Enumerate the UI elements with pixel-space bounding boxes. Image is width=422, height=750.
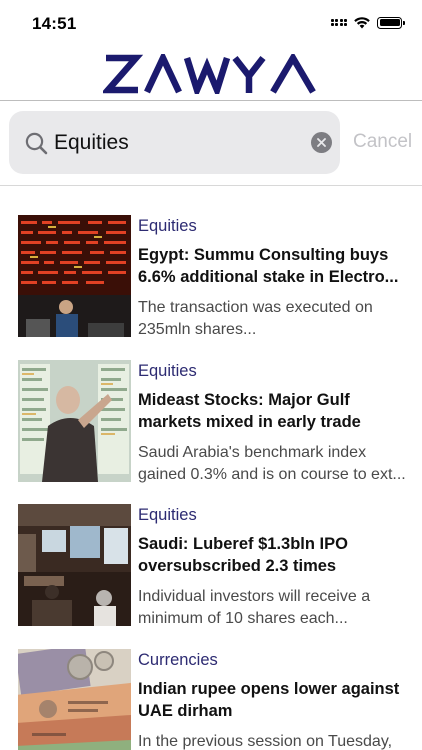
news-headline[interactable]: Egypt: Summu Consulting buys 6.6% additi…	[138, 245, 408, 289]
search-row: Cancel	[0, 101, 422, 185]
news-headline[interactable]: Indian rupee opens lower against UAE dir…	[138, 679, 408, 723]
news-summary: The transaction was executed on 235mln s…	[138, 299, 373, 338]
news-item[interactable]: Equities Egypt: Summu Consulting buys 6.…	[0, 215, 422, 350]
news-text: Equities Egypt: Summu Consulting buys 6.…	[138, 215, 408, 341]
news-text: Equities Saudi: Luberef $1.3bln IPO over…	[138, 504, 408, 630]
news-thumbnail	[18, 215, 131, 337]
search-input[interactable]	[54, 121, 304, 164]
news-summary: Individual investors will receive a mini…	[138, 588, 371, 627]
status-bar: 14:51	[0, 0, 422, 48]
news-headline[interactable]: Mideast Stocks: Major Gulf markets mixed…	[138, 390, 408, 434]
news-list: Equities Egypt: Summu Consulting buys 6.…	[0, 186, 422, 750]
status-time: 14:51	[32, 14, 77, 33]
wifi-icon	[354, 17, 370, 29]
news-category[interactable]: Equities	[138, 215, 408, 239]
news-text: Currencies Indian rupee opens lower agai…	[138, 649, 408, 750]
news-item[interactable]: Currencies Indian rupee opens lower agai…	[0, 649, 422, 750]
news-thumbnail	[18, 504, 131, 626]
news-thumbnail	[18, 649, 131, 750]
clear-search-icon[interactable]	[311, 132, 332, 153]
news-summary: Saudi Arabia's benchmark index gained 0.…	[138, 444, 406, 483]
search-icon	[25, 132, 48, 155]
news-headline[interactable]: Saudi: Luberef $1.3bln IPO oversubscribe…	[138, 534, 408, 578]
news-summary: In the previous session on Tuesday,	[138, 733, 393, 750]
cancel-button[interactable]: Cancel	[353, 131, 412, 153]
news-category[interactable]: Currencies	[138, 649, 408, 673]
news-item[interactable]: Equities Mideast Stocks: Major Gulf mark…	[0, 360, 422, 495]
zawya-logo	[0, 50, 422, 98]
status-icons	[330, 16, 405, 29]
news-thumbnail	[18, 360, 131, 482]
search-field[interactable]	[9, 111, 340, 174]
news-text: Equities Mideast Stocks: Major Gulf mark…	[138, 360, 408, 486]
battery-icon	[377, 16, 405, 29]
logo-wordmark	[103, 54, 316, 94]
news-category[interactable]: Equities	[138, 504, 408, 528]
news-item[interactable]: Equities Saudi: Luberef $1.3bln IPO over…	[0, 504, 422, 639]
cellular-signal-icon	[330, 18, 347, 27]
news-category[interactable]: Equities	[138, 360, 408, 384]
